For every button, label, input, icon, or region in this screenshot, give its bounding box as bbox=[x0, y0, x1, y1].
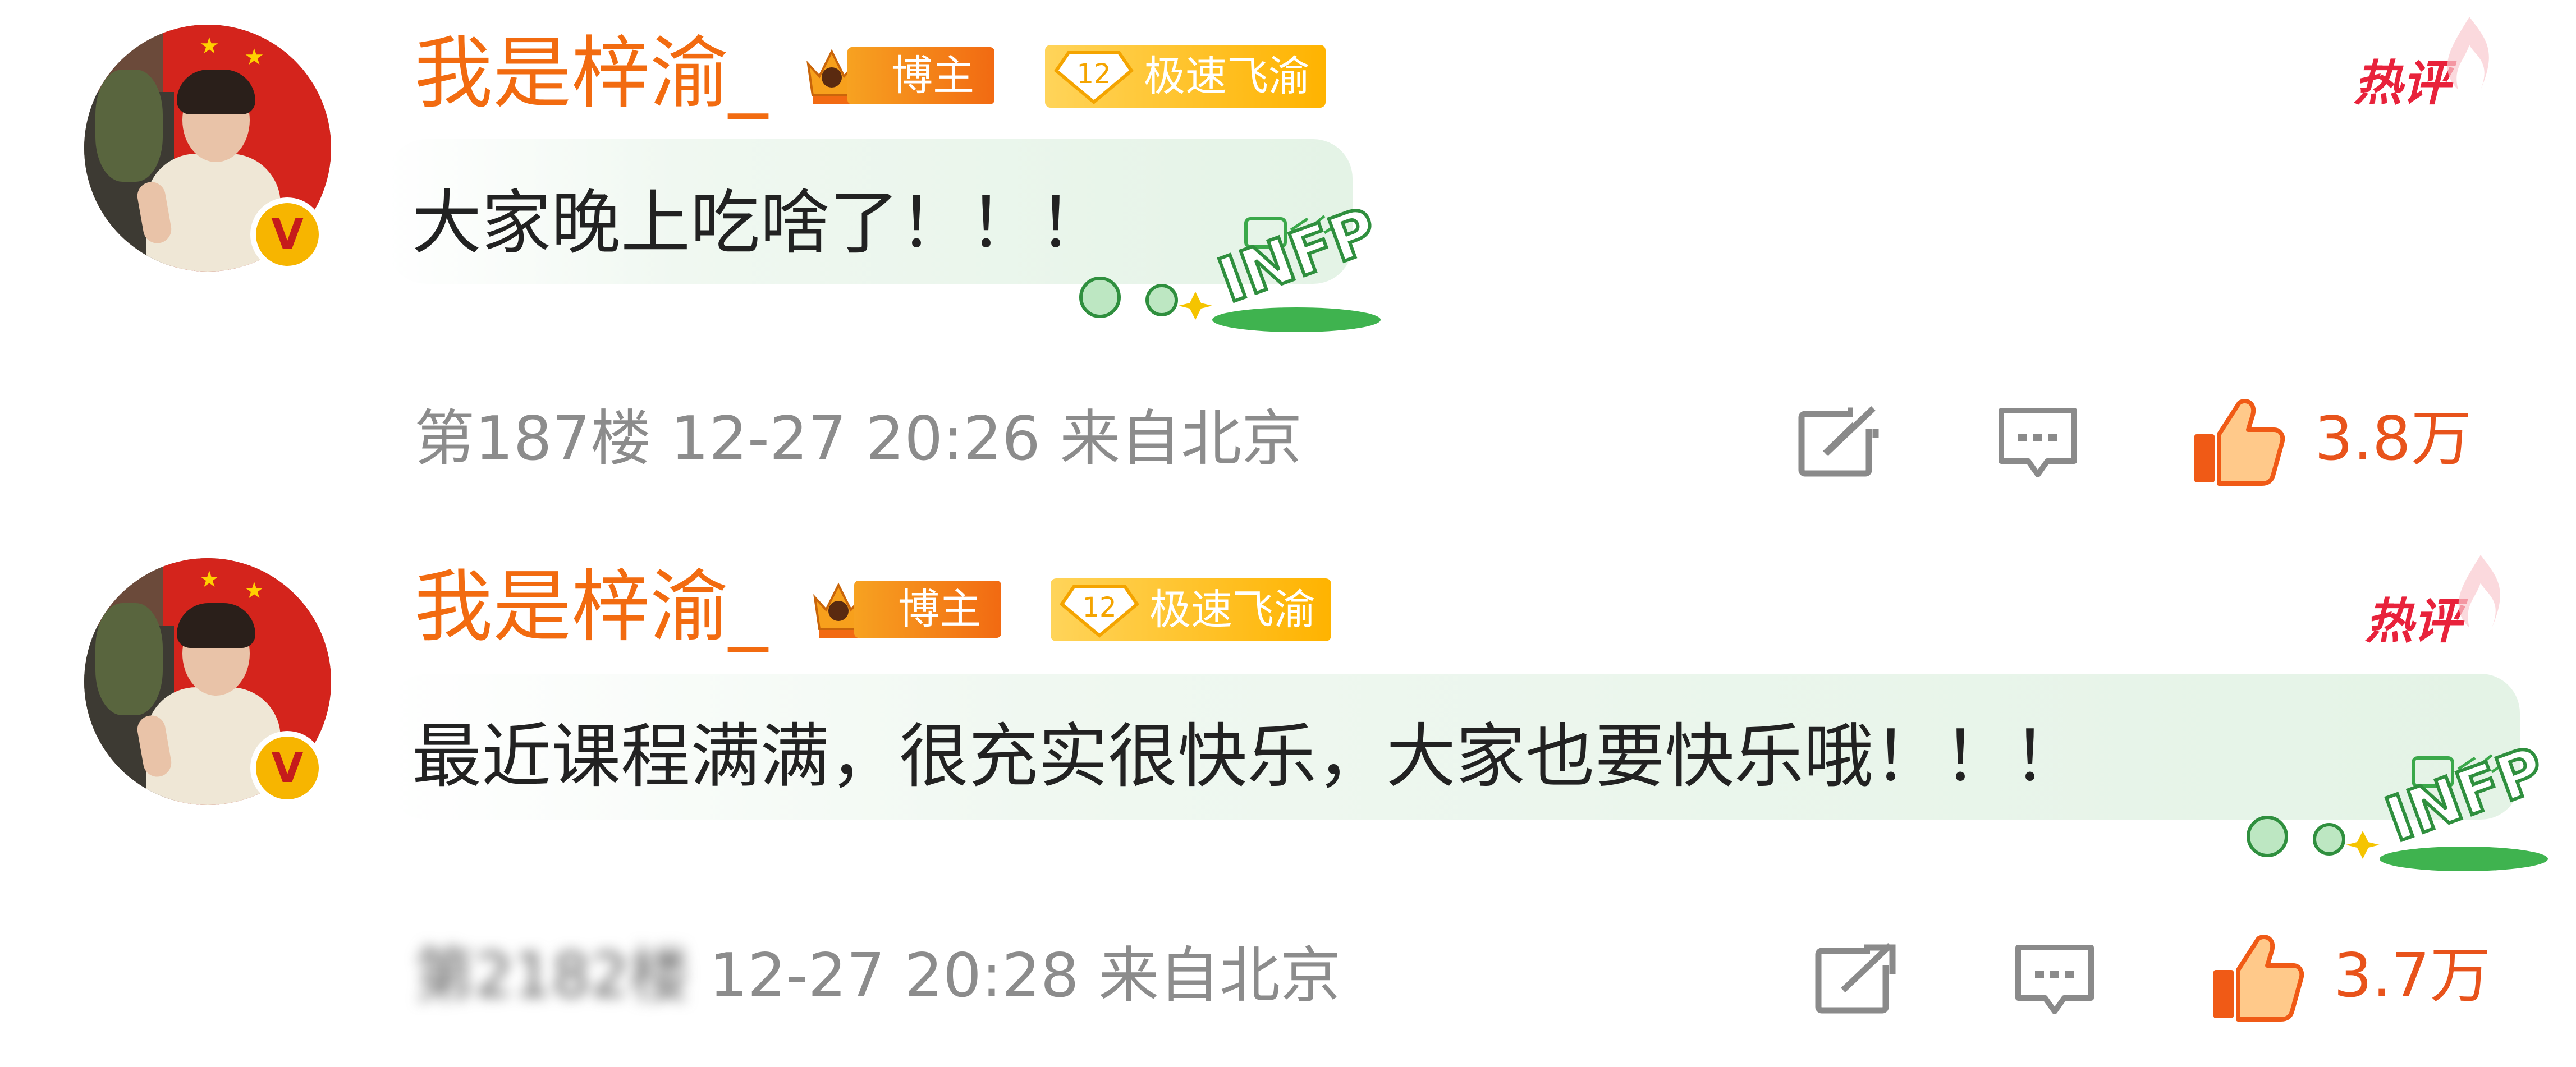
svg-text:INFP: INFP bbox=[1209, 208, 1386, 316]
thumbs-up-icon[interactable] bbox=[2190, 397, 2285, 487]
blogger-tag[interactable]: 博主 bbox=[854, 581, 1001, 638]
thumbs-up-icon[interactable] bbox=[2209, 933, 2304, 1023]
infp-decoration-icon: INFP bbox=[2247, 747, 2554, 871]
fan-level-number: 12 bbox=[1082, 592, 1116, 623]
fan-level-diamond-icon: 12 bbox=[1053, 51, 1134, 104]
like-count: 3.7万 bbox=[2334, 941, 2491, 1011]
repost-icon[interactable] bbox=[1814, 943, 1898, 1016]
location: 来自北京 bbox=[1098, 941, 1341, 1011]
fan-level-number: 12 bbox=[1076, 58, 1111, 90]
comment-text[interactable]: 最近课程满满，很充实很快乐，大家也要快乐哦！！！ bbox=[412, 712, 2082, 802]
fan-group-tag[interactable]: 12 极速飞渝 bbox=[1045, 45, 1326, 108]
location: 来自北京 bbox=[1060, 404, 1303, 474]
comment-meta: 第2182楼 12-27 20:28 来自北京 bbox=[414, 940, 1341, 1013]
infp-decoration-icon: INFP bbox=[1079, 208, 1386, 332]
verified-v-badge-icon: V bbox=[250, 197, 324, 272]
floor-number: 第187楼 bbox=[414, 404, 652, 474]
comment-icon[interactable] bbox=[2013, 942, 2097, 1020]
comment-item: ★ ★ V 我是梓渝_ 博主 12 极速飞渝 热评 最近课程满满，很充实很快乐，大… bbox=[0, 534, 2576, 1067]
username[interactable]: 我是梓渝_ bbox=[414, 29, 768, 119]
timestamp: 12-27 20:26 bbox=[670, 404, 1041, 474]
verified-v-badge-icon: V bbox=[250, 731, 324, 805]
fan-group-tag[interactable]: 12 极速飞渝 bbox=[1051, 578, 1331, 641]
svg-text:INFP: INFP bbox=[2377, 747, 2554, 856]
repost-icon[interactable] bbox=[1797, 406, 1881, 479]
fan-group-name: 极速飞渝 bbox=[1144, 52, 1310, 100]
flame-decoration-icon bbox=[2458, 555, 2500, 628]
fan-group-name: 极速飞渝 bbox=[1149, 586, 1315, 634]
comment-icon[interactable] bbox=[1996, 405, 2080, 484]
floor-number: 第2182楼 bbox=[414, 941, 690, 1011]
comment-text[interactable]: 大家晚上吃啥了！！！ bbox=[412, 178, 1108, 268]
comment-meta: 第187楼 12-27 20:26 来自北京 bbox=[414, 403, 1302, 476]
flame-decoration-icon bbox=[2447, 17, 2489, 90]
like-count: 3.8万 bbox=[2314, 404, 2472, 474]
blogger-tag[interactable]: 博主 bbox=[847, 47, 994, 104]
username[interactable]: 我是梓渝_ bbox=[414, 563, 768, 652]
timestamp: 12-27 20:28 bbox=[709, 941, 1079, 1011]
fan-level-diamond-icon: 12 bbox=[1059, 585, 1140, 638]
comment-item: ★ ★ V 我是梓渝_ 博主 12 极速飞渝 热评 大家晚上吃啥了！！！ INFP… bbox=[0, 0, 2576, 534]
